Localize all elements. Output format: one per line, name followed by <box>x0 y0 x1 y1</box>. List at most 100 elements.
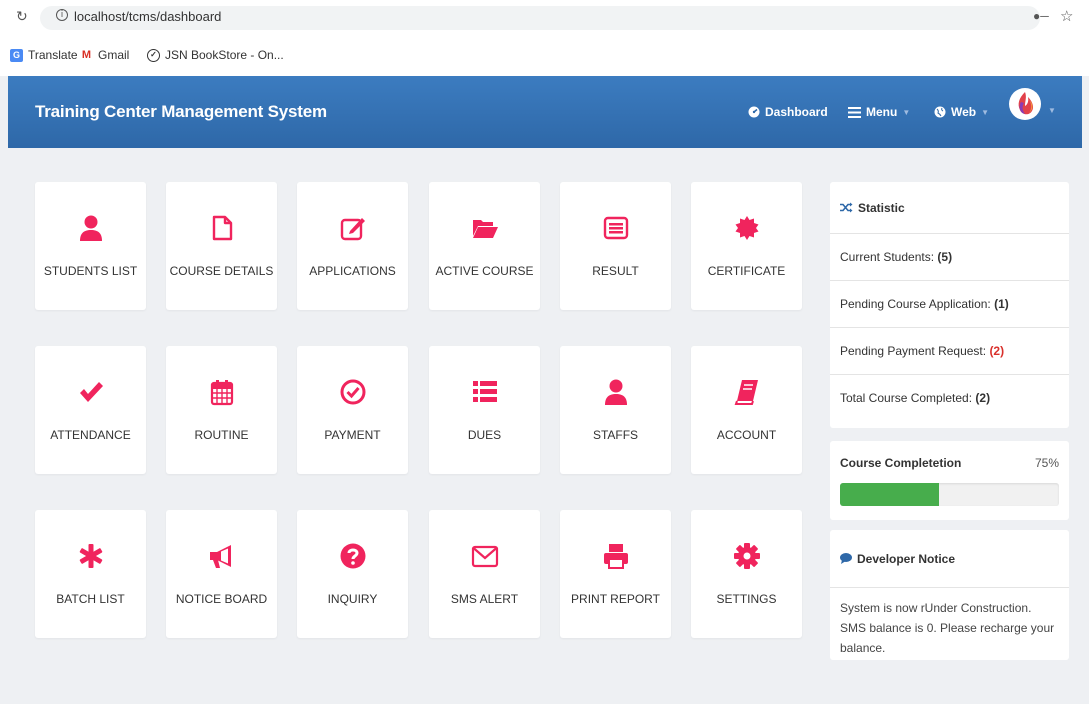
stat-value: (1) <box>994 297 1009 311</box>
comment-icon <box>840 553 852 564</box>
bookmark-star-icon[interactable]: ☆ <box>1060 7 1073 25</box>
book-icon <box>691 378 802 408</box>
google-translate-icon: G <box>10 48 23 62</box>
tile-label: PRINT REPORT <box>571 592 660 606</box>
stat-value: (2) <box>975 391 991 405</box>
folder-open-icon <box>429 214 540 244</box>
tile-active-course[interactable]: ACTIVE COURSE <box>429 182 540 310</box>
notice-header: Developer Notice <box>830 530 1069 588</box>
stat-current-students: Current Students: (5) <box>830 234 1069 281</box>
tile-students-list[interactable]: STUDENTS LIST <box>35 182 146 310</box>
nav-web[interactable]: Web ▼ <box>934 105 989 119</box>
tile-label: SETTINGS <box>716 592 777 606</box>
tile-label: COURSE DETAILS <box>169 264 274 278</box>
tile-label: SMS ALERT <box>450 592 519 606</box>
tile-course-details[interactable]: COURSE DETAILS <box>166 182 277 310</box>
statistic-panel: Statistic Current Students: (5) Pending … <box>830 182 1069 428</box>
asterisk-icon <box>35 542 146 572</box>
tile-label: DUES <box>467 428 502 442</box>
tile-payment[interactable]: PAYMENT <box>297 346 408 474</box>
tile-applications[interactable]: APPLICATIONS <box>297 182 408 310</box>
gmail-icon: M <box>81 48 92 61</box>
tile-sms-alert[interactable]: SMS ALERT <box>429 510 540 638</box>
tile-certificate[interactable]: CERTIFICATE <box>691 182 802 310</box>
user-icon <box>35 214 146 244</box>
bookmark-gmail[interactable]: M Gmail <box>80 48 129 62</box>
cog-icon <box>691 542 802 572</box>
file-icon <box>166 214 277 244</box>
flame-logo-icon <box>1018 92 1034 115</box>
progress-percent: 75% <box>1034 456 1059 470</box>
tile-label: NOTICE BOARD <box>175 592 268 606</box>
globe-icon <box>934 106 946 118</box>
tile-notice-board[interactable]: NOTICE BOARD <box>166 510 277 638</box>
bookstore-icon: ✓ <box>147 48 160 62</box>
tile-label: INQUIRY <box>327 592 378 606</box>
top-navbar: Training Center Management System Dashbo… <box>8 76 1082 148</box>
calendar-icon <box>166 378 277 408</box>
tile-label: ACTIVE COURSE <box>435 264 534 278</box>
info-icon[interactable]: i <box>56 9 68 21</box>
caret-down-icon: ▼ <box>981 107 990 117</box>
address-row: ↻ i localhost/tcms/dashboard ●─ ☆ <box>0 0 1089 36</box>
certificate-icon <box>691 214 802 244</box>
bookmark-bookstore[interactable]: ✓ JSN BookStore - On... <box>147 48 284 62</box>
key-icon[interactable]: ●─ <box>1033 9 1049 23</box>
brand-title[interactable]: Training Center Management System <box>35 102 327 122</box>
avatar[interactable] <box>1009 88 1041 120</box>
tile-batch-list[interactable]: BATCH LIST <box>35 510 146 638</box>
reload-icon[interactable]: ↻ <box>16 8 28 25</box>
tile-label: APPLICATIONS <box>309 264 396 278</box>
progress-fill <box>840 483 939 506</box>
print-icon <box>560 542 671 572</box>
caret-down-icon[interactable]: ▼ <box>1048 106 1056 115</box>
progress-bar <box>840 483 1059 506</box>
tile-label: STUDENTS LIST <box>43 264 138 278</box>
check-icon <box>35 378 146 408</box>
tile-routine[interactable]: ROUTINE <box>166 346 277 474</box>
random-icon <box>840 202 853 213</box>
notice-text: System is now rUnder Construction. SMS b… <box>840 601 1055 655</box>
tile-dues[interactable]: DUES <box>429 346 540 474</box>
stat-label: Pending Course Application: <box>840 297 991 311</box>
notice-title: Developer Notice <box>857 551 956 566</box>
tile-label: ATTENDANCE <box>50 428 131 442</box>
bookmark-translate[interactable]: G Translate <box>10 48 78 62</box>
bookmark-label: Gmail <box>98 48 130 62</box>
list-alt-icon <box>560 214 671 244</box>
nav-menu-label: Menu <box>866 105 898 119</box>
stat-pending-application: Pending Course Application: (1) <box>830 281 1069 328</box>
tile-account[interactable]: ACCOUNT <box>691 346 802 474</box>
tile-settings[interactable]: SETTINGS <box>691 510 802 638</box>
tile-label: BATCH LIST <box>56 592 125 606</box>
url-text[interactable]: localhost/tcms/dashboard <box>74 9 221 24</box>
developer-notice-panel: Developer Notice System is now rUnder Co… <box>830 530 1069 660</box>
bullhorn-icon <box>166 542 277 572</box>
tile-result[interactable]: RESULT <box>560 182 671 310</box>
statistic-title: Statistic <box>858 200 905 215</box>
edit-icon <box>297 214 408 244</box>
tile-print-report[interactable]: PRINT REPORT <box>560 510 671 638</box>
list-icon <box>429 378 540 408</box>
stat-value: (2) <box>989 344 1005 358</box>
stat-label: Total Course Completed: <box>840 391 973 405</box>
stat-value: (5) <box>937 250 953 264</box>
nav-menu[interactable]: Menu ▼ <box>848 105 910 119</box>
caret-down-icon: ▼ <box>902 107 911 117</box>
nav-dashboard-label: Dashboard <box>765 105 828 119</box>
stat-total-completed: Total Course Completed: (2) <box>830 375 1069 422</box>
tile-staffs[interactable]: STAFFS <box>560 346 671 474</box>
bookmark-label: JSN BookStore - On... <box>165 48 284 62</box>
tile-label: ROUTINE <box>194 428 249 442</box>
tile-label: CERTIFICATE <box>707 264 786 278</box>
check-circle-icon <box>297 378 408 408</box>
stat-pending-payment: Pending Payment Request: (2) <box>830 328 1069 375</box>
nav-dashboard[interactable]: Dashboard <box>748 105 828 119</box>
bookmark-label: Translate <box>28 48 78 62</box>
tile-attendance[interactable]: ATTENDANCE <box>35 346 146 474</box>
tile-label: ACCOUNT <box>716 428 777 442</box>
tile-inquiry[interactable]: INQUIRY <box>297 510 408 638</box>
progress-title: Course Completetion <box>840 456 962 470</box>
tile-label: STAFFS <box>592 428 639 442</box>
bookmarks-bar: G Translate M Gmail ✓ JSN BookStore - On… <box>0 40 1089 70</box>
